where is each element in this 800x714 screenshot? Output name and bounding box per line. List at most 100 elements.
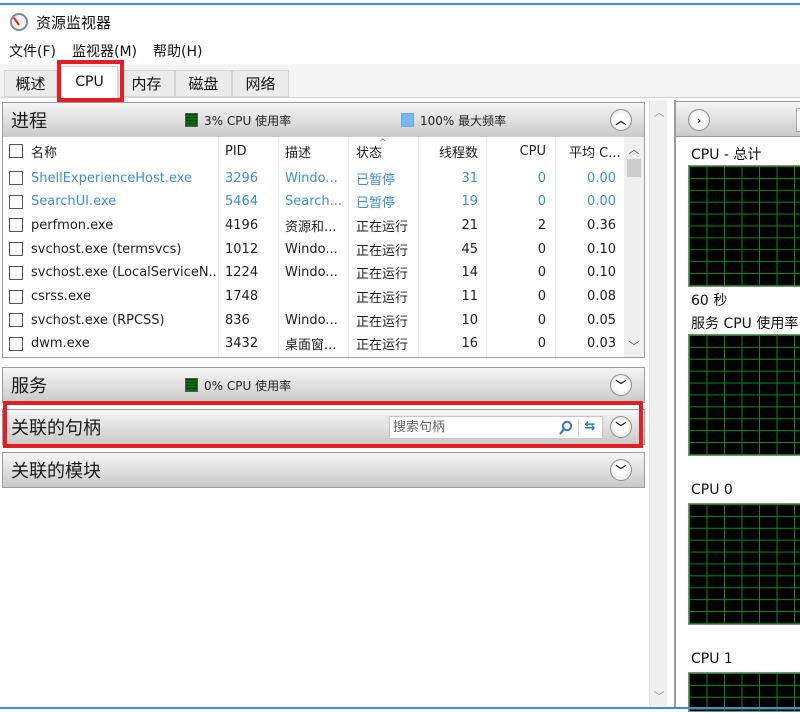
column-header-status[interactable]: 状态 [356,142,428,161]
cell-pid: 5464 [225,194,259,210]
cell-avg: 0.10 [587,265,616,281]
table-row[interactable]: SearchUI.exe 5464 Search... 已暂停 19 0 0.00 [3,190,625,214]
table-row[interactable]: svchost.exe (termsvcs) 1012 Windo... 正在运行 45… [3,237,625,261]
tab-memory[interactable]: 内存 [118,70,175,97]
services-section-header[interactable]: 服务 0% CPU 使用率 ﹀ [2,367,645,403]
tab-cpu[interactable]: CPU [61,66,118,98]
column-header-description[interactable]: 描述 [285,142,345,161]
tab-network[interactable]: 网络 [232,70,289,97]
handles-section-header[interactable]: 关联的句柄 ⇆ ﹀ [2,409,645,445]
cell-name: dwm.exe [31,336,90,352]
scroll-up-icon[interactable]: ︿ [650,104,668,120]
processes-section-header[interactable]: 进程 3% CPU 使用率 100% 最大频率 ︿ [2,102,645,138]
collapse-processes-button[interactable]: ︿ [610,109,632,131]
cell-state: 已暂停 [356,196,396,212]
graph-pane-header: › [676,101,800,137]
cell-pid: 3296 [225,170,259,186]
table-row[interactable]: svchost.exe (RPCSS) 836 Windo... 正在运行 10 0 0.0… [3,308,625,332]
graph-view-button[interactable] [796,108,800,132]
cell-name: SearchUI.exe [31,194,117,210]
column-header-pid[interactable]: PID [225,144,275,159]
max-frequency-text: 100% 最大频率 [420,113,507,128]
cell-cpu: 0 [537,336,546,352]
modules-section-header[interactable]: 关联的模块 ﹀ [2,452,645,488]
cpu-usage-text: 3% CPU 使用率 [204,113,292,128]
process-table-scrollbar[interactable]: ︿ ﹀ [624,137,644,357]
graph-label-cpu-total: CPU - 总计 [691,147,762,163]
cell-threads: 31 [461,170,478,186]
cell-desc: Search... [285,194,343,210]
cell-name: ShellExperienceHost.exe [31,170,193,186]
column-header-threads[interactable]: 线程数 [433,142,478,161]
services-cpu-usage-text: 0% CPU 使用率 [204,378,292,393]
handles-search-input[interactable] [390,417,550,438]
cell-name: svchost.exe (RPCSS) [31,312,165,328]
menu-file[interactable]: 文件(F) [9,41,56,61]
select-all-checkbox[interactable] [9,144,23,158]
row-checkbox[interactable] [9,242,23,257]
scroll-down-icon[interactable]: ﹀ [650,688,668,704]
cpu-1-graph [688,672,800,712]
expand-handles-button[interactable]: ﹀ [610,416,632,438]
scroll-down-icon[interactable]: ﹀ [624,338,644,356]
row-checkbox[interactable] [9,218,23,233]
table-row[interactable]: dwm.exe 3432 桌面窗... 正在运行 16 0 0.03 [3,332,625,356]
row-checkbox[interactable] [9,289,23,304]
cell-avg: 0.00 [587,194,616,210]
cell-avg: 0.36 [587,217,616,233]
column-header-name[interactable]: 名称 [31,142,216,161]
cell-state: 正在运行 [356,267,409,283]
cell-cpu: 0 [537,241,546,257]
cell-cpu: 0 [537,170,546,186]
expand-services-button[interactable]: ﹀ [610,374,632,396]
scroll-up-icon[interactable]: ︿ [624,141,644,159]
menu-help[interactable]: 帮助(H) [153,41,202,61]
max-frequency-legend: 100% 最大频率 [401,112,506,129]
toggle-graph-pane-button[interactable]: › [688,109,710,131]
tab-disk[interactable]: 磁盘 [175,70,232,97]
cell-cpu: 0 [537,265,546,281]
cell-name: csrss.exe [31,289,92,304]
services-title: 服务 [11,376,47,397]
cell-desc: Windo... [285,241,338,257]
column-header-cpu[interactable]: CPU [503,144,546,159]
expand-modules-button[interactable]: ﹀ [610,459,632,481]
cell-desc: Windo... [285,170,338,186]
handles-search-box: ⇆ [389,416,603,439]
max-frequency-swatch-icon [401,113,414,127]
cell-state: 正在运行 [356,314,409,330]
table-row[interactable]: svchost.exe (LocalServiceN... 1224 Windo..… [3,261,625,285]
scrollbar-thumb[interactable] [627,159,641,177]
chevron-up-icon: ︿ [615,114,627,127]
cell-pid: 836 [225,312,250,328]
row-checkbox[interactable] [9,194,23,209]
refresh-icon[interactable]: ⇆ [581,419,599,437]
row-checkbox[interactable] [9,171,23,185]
cell-pid: 1012 [225,241,259,257]
main-scrollbar[interactable]: ︿ ﹀ [649,100,667,706]
processes-title: 进程 [11,111,47,132]
modules-title: 关联的模块 [11,461,101,482]
menu-monitor[interactable]: 监视器(M) [72,41,137,61]
cell-pid: 4196 [225,217,259,233]
graph-label-cpu-1: CPU 1 [691,651,733,667]
table-row[interactable]: perfmon.exe 4196 资源和... 正在运行 21 2 0.36 [3,213,625,237]
cell-cpu: 2 [537,217,546,233]
cell-threads: 11 [461,289,478,304]
column-header-average-cpu[interactable]: 平均 C... [569,142,624,161]
table-header: 名称 PID 描述 ^ 状态 线程数 CPU 平均 C... [3,138,625,163]
tab-overview[interactable]: 概述 [4,70,57,97]
cell-state: 已暂停 [356,172,396,188]
cpu-usage-swatch-icon [185,378,198,392]
cell-threads: 10 [461,312,478,328]
row-checkbox[interactable] [9,265,23,280]
row-checkbox[interactable] [9,313,23,328]
cell-threads: 14 [461,265,478,281]
window-top-border [0,3,800,5]
cell-threads: 45 [461,241,478,257]
search-icon[interactable] [558,419,574,437]
row-checkbox[interactable] [9,336,23,351]
table-row[interactable]: ShellExperienceHost.exe 3296 Windo... 已暂停 31… [3,166,625,190]
cell-threads: 16 [461,336,478,352]
table-row[interactable]: csrss.exe 1748 正在运行 11 0 0.08 [3,285,625,309]
